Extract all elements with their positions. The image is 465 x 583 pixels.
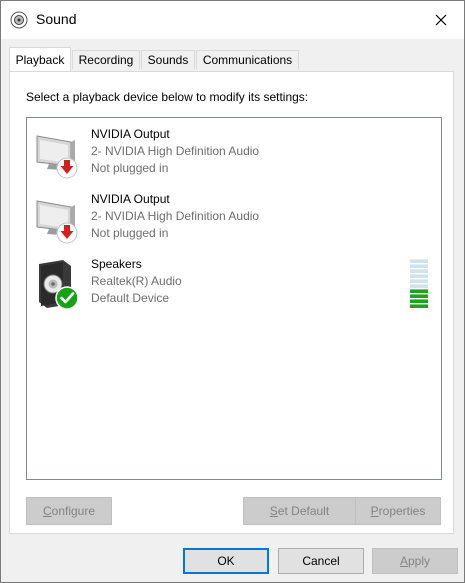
level-meter-bar (410, 289, 428, 293)
close-icon (435, 14, 447, 26)
level-meter-bar (410, 259, 428, 263)
tab-communications[interactable]: Communications (196, 50, 299, 69)
cancel-button[interactable]: Cancel (278, 548, 364, 574)
volume-level-meter (410, 259, 428, 308)
device-text: NVIDIA Output 2- NVIDIA High Definition … (91, 191, 259, 242)
playback-panel: Select a playback device below to modify… (9, 71, 454, 534)
device-name: NVIDIA Output (91, 192, 170, 206)
sound-dialog: Sound Playback Recording Sounds Communic… (0, 0, 465, 583)
device-status: Default Device (91, 291, 170, 305)
properties-button[interactable]: Properties (355, 497, 441, 525)
level-meter-bar (410, 279, 428, 283)
level-meter-bar (410, 264, 428, 268)
close-button[interactable] (418, 1, 464, 39)
set-default-button[interactable]: Set Default (243, 497, 356, 525)
device-status: Not plugged in (91, 226, 169, 240)
window-title: Sound (36, 11, 77, 27)
apply-button[interactable]: Apply (372, 548, 458, 574)
tab-recording[interactable]: Recording (72, 50, 140, 69)
device-status: Not plugged in (91, 161, 169, 175)
instruction-text: Select a playback device below to modify… (26, 90, 309, 104)
speaker-title-icon (10, 11, 28, 29)
device-driver: 2- NVIDIA High Definition Audio (91, 144, 260, 158)
device-list[interactable]: NVIDIA Output 2- NVIDIA High Definition … (26, 117, 442, 480)
level-meter-bar (410, 269, 428, 273)
level-meter-bar (410, 284, 428, 288)
monitor-icon (36, 135, 78, 179)
title-bar: Sound (1, 1, 464, 39)
monitor-icon (36, 200, 78, 244)
device-driver: Realtek(R) Audio (91, 274, 182, 288)
tab-playback[interactable]: Playback (9, 47, 71, 71)
green-check-badge (55, 286, 79, 310)
level-meter-bar (410, 294, 428, 298)
device-name: NVIDIA Output (91, 127, 170, 141)
device-item-nvidia-output-2[interactable]: NVIDIA Output 2- NVIDIA High Definition … (27, 191, 441, 253)
level-meter-bar (410, 299, 428, 303)
level-meter-bar (410, 304, 428, 308)
configure-button[interactable]: Configure (26, 497, 112, 525)
device-text: Speakers Realtek(R) Audio Default Device (91, 256, 182, 307)
tab-sounds[interactable]: Sounds (141, 50, 195, 69)
level-meter-bar (410, 274, 428, 278)
device-item-nvidia-output-1[interactable]: NVIDIA Output 2- NVIDIA High Definition … (27, 126, 441, 188)
device-driver: 2- NVIDIA High Definition Audio (91, 209, 260, 223)
speaker-icon (39, 260, 79, 310)
dialog-button-bar: OK Cancel Apply (1, 534, 464, 582)
device-name: Speakers (91, 257, 142, 271)
device-text: NVIDIA Output 2- NVIDIA High Definition … (91, 126, 259, 177)
device-item-speakers[interactable]: Speakers Realtek(R) Audio Default Device (27, 256, 441, 318)
ok-button[interactable]: OK (183, 548, 269, 574)
